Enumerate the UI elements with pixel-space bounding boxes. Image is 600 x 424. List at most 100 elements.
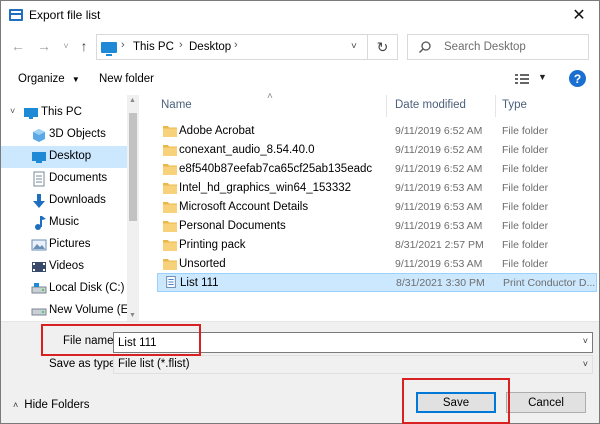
view-dropdown-icon[interactable]: ▼ <box>538 72 547 82</box>
close-button[interactable]: ✕ <box>559 1 599 29</box>
new-folder-button[interactable]: New folder <box>99 73 154 85</box>
file-type: File folder <box>502 239 549 251</box>
file-name: Adobe Acrobat <box>179 125 255 137</box>
file-date: 9/11/2019 6:53 AM <box>395 201 483 213</box>
address-dropdown-icon[interactable]: ˅ <box>351 41 365 52</box>
sidebar-item-videos[interactable]: Videos <box>1 256 127 278</box>
recent-locations-chevron-icon[interactable]: ˅ <box>57 37 75 55</box>
column-header-type[interactable]: Type <box>502 99 527 111</box>
file-row-personal-documents[interactable]: Personal Documents 9/11/2019 6:53 AM Fil… <box>157 217 597 236</box>
folder-icon <box>163 126 177 137</box>
file-row-list-111[interactable]: List 111 8/31/2021 3:30 PM Print Conduct… <box>157 273 597 292</box>
file-row-conexant-audio[interactable]: conexant_audio_8.54.40.0 9/11/2019 6:52 … <box>157 141 597 160</box>
list-file-icon <box>166 276 176 288</box>
file-date: 9/11/2019 6:53 AM <box>395 220 483 232</box>
file-name: e8f540b87eefab7ca65cf25ab135eadc <box>179 163 373 175</box>
export-file-list-dialog: Export file list ✕ ← → ˅ ↑ › This PC › D… <box>0 0 600 424</box>
back-arrow-icon[interactable]: ← <box>9 37 27 55</box>
drive-icon <box>31 308 47 316</box>
computer-icon <box>24 108 38 119</box>
save-highlight-box <box>402 378 510 424</box>
folder-icon <box>163 183 177 194</box>
sidebar-item-label: Music <box>49 216 80 228</box>
scrollbar-thumb[interactable] <box>129 113 137 221</box>
file-type: File folder <box>502 201 549 213</box>
3d-objects-icon <box>33 129 45 142</box>
sidebar-item-label: Local Disk (C:) <box>49 282 125 294</box>
file-name: Microsoft Account Details <box>179 201 309 213</box>
file-row-intel-hd-graphics[interactable]: Intel_hd_graphics_win64_153332 9/11/2019… <box>157 179 597 198</box>
save-type-select[interactable]: File list (*.flist) ˅ <box>113 355 593 374</box>
sidebar-item-downloads[interactable]: Downloads <box>1 190 127 212</box>
videos-icon <box>32 262 46 272</box>
pictures-icon <box>31 239 47 251</box>
sidebar-item-label: Videos <box>49 260 84 272</box>
search-placeholder: Search Desktop <box>444 41 526 53</box>
file-name-dropdown-icon[interactable]: ˅ <box>583 336 588 346</box>
file-name-highlight-box <box>41 324 201 356</box>
file-list: ˄ Name Date modified Type Adobe Acrobat … <box>141 91 599 321</box>
expand-chevron-icon[interactable]: ˅ <box>10 106 15 116</box>
sidebar-item-local-disk-c[interactable]: Local Disk (C:) <box>1 278 127 300</box>
save-type-label: Save as type: <box>49 358 119 370</box>
file-date: 8/31/2021 2:57 PM <box>395 239 484 251</box>
up-arrow-icon[interactable]: ↑ <box>75 37 93 55</box>
file-name: Unsorted <box>179 258 226 270</box>
file-type: File folder <box>502 125 549 137</box>
hide-folders-toggle[interactable]: ˄ Hide Folders <box>13 399 89 411</box>
file-row-adobe-acrobat[interactable]: Adobe Acrobat 9/11/2019 6:52 AM File fol… <box>157 122 597 141</box>
sidebar-scrollbar[interactable]: ▲ ▼ <box>127 95 139 321</box>
organize-menu[interactable]: Organize ▼ <box>18 73 80 85</box>
scroll-up-icon[interactable]: ▲ <box>129 97 136 104</box>
breadcrumb-desktop[interactable]: Desktop <box>189 41 231 53</box>
column-divider[interactable] <box>495 95 496 117</box>
file-name: Intel_hd_graphics_win64_153332 <box>179 182 352 194</box>
sidebar-item-label: This PC <box>41 106 82 118</box>
navigation-bar: ← → ˅ ↑ › This PC › Desktop › ˅ ↻ Search… <box>1 31 599 63</box>
file-row-microsoft-account-details[interactable]: Microsoft Account Details 9/11/2019 6:53… <box>157 198 597 217</box>
documents-icon <box>33 171 45 187</box>
folder-icon <box>163 164 177 175</box>
sidebar-item-music[interactable]: Music <box>1 212 127 234</box>
column-divider[interactable] <box>386 95 387 117</box>
desktop-icon <box>32 152 46 163</box>
file-type: File folder <box>502 182 549 194</box>
sidebar-item-pictures[interactable]: Pictures <box>1 234 127 256</box>
file-row-unsorted[interactable]: Unsorted 9/11/2019 6:53 AM File folder <box>157 255 597 274</box>
command-toolbar: Organize ▼ New folder ▼ ? <box>1 65 599 93</box>
file-name: Printing pack <box>179 239 246 251</box>
sort-ascending-icon: ˄ <box>267 91 273 102</box>
forward-arrow-icon[interactable]: → <box>35 37 53 55</box>
column-header-date[interactable]: Date modified <box>395 99 466 111</box>
sidebar-item-this-pc[interactable]: ˅ This PC <box>1 102 127 124</box>
help-icon[interactable]: ? <box>569 70 586 87</box>
folder-icon <box>163 259 177 270</box>
sidebar-item-documents[interactable]: Documents <box>1 168 127 190</box>
view-options-icon[interactable] <box>514 72 530 86</box>
scroll-down-icon[interactable]: ▼ <box>129 312 136 319</box>
cancel-button[interactable]: Cancel <box>506 392 586 413</box>
sidebar-item-label: Desktop <box>49 150 92 162</box>
folder-icon <box>163 145 177 156</box>
save-type-dropdown-icon[interactable]: ˅ <box>583 359 588 369</box>
app-icon <box>9 9 23 21</box>
file-date: 9/11/2019 6:52 AM <box>395 144 483 156</box>
breadcrumb-separator-icon: › <box>234 39 238 51</box>
search-box[interactable]: Search Desktop <box>407 34 589 60</box>
file-row-printing-pack[interactable]: Printing pack 8/31/2021 2:57 PM File fol… <box>157 236 597 255</box>
sidebar-item-new-volume-e[interactable]: New Volume (E:) <box>1 300 135 321</box>
column-header-name[interactable]: Name <box>161 99 192 111</box>
address-bar[interactable]: › This PC › Desktop › ˅ <box>96 34 398 60</box>
refresh-icon[interactable]: ↻ <box>367 34 397 60</box>
downloads-icon <box>33 194 45 208</box>
file-name: Personal Documents <box>179 220 286 232</box>
file-date: 8/31/2021 3:30 PM <box>396 277 485 289</box>
breadcrumb-separator-icon: › <box>121 39 125 51</box>
file-row-e8f540[interactable]: e8f540b87eefab7ca65cf25ab135eadc 9/11/20… <box>157 160 597 179</box>
sidebar-item-3d-objects[interactable]: 3D Objects <box>1 124 127 146</box>
file-name: List 111 <box>180 277 219 289</box>
file-date: 9/11/2019 6:53 AM <box>395 258 483 270</box>
collapse-chevron-icon: ˄ <box>13 400 19 410</box>
breadcrumb-this-pc[interactable]: This PC <box>133 41 174 53</box>
sidebar-item-desktop[interactable]: Desktop <box>1 146 127 168</box>
